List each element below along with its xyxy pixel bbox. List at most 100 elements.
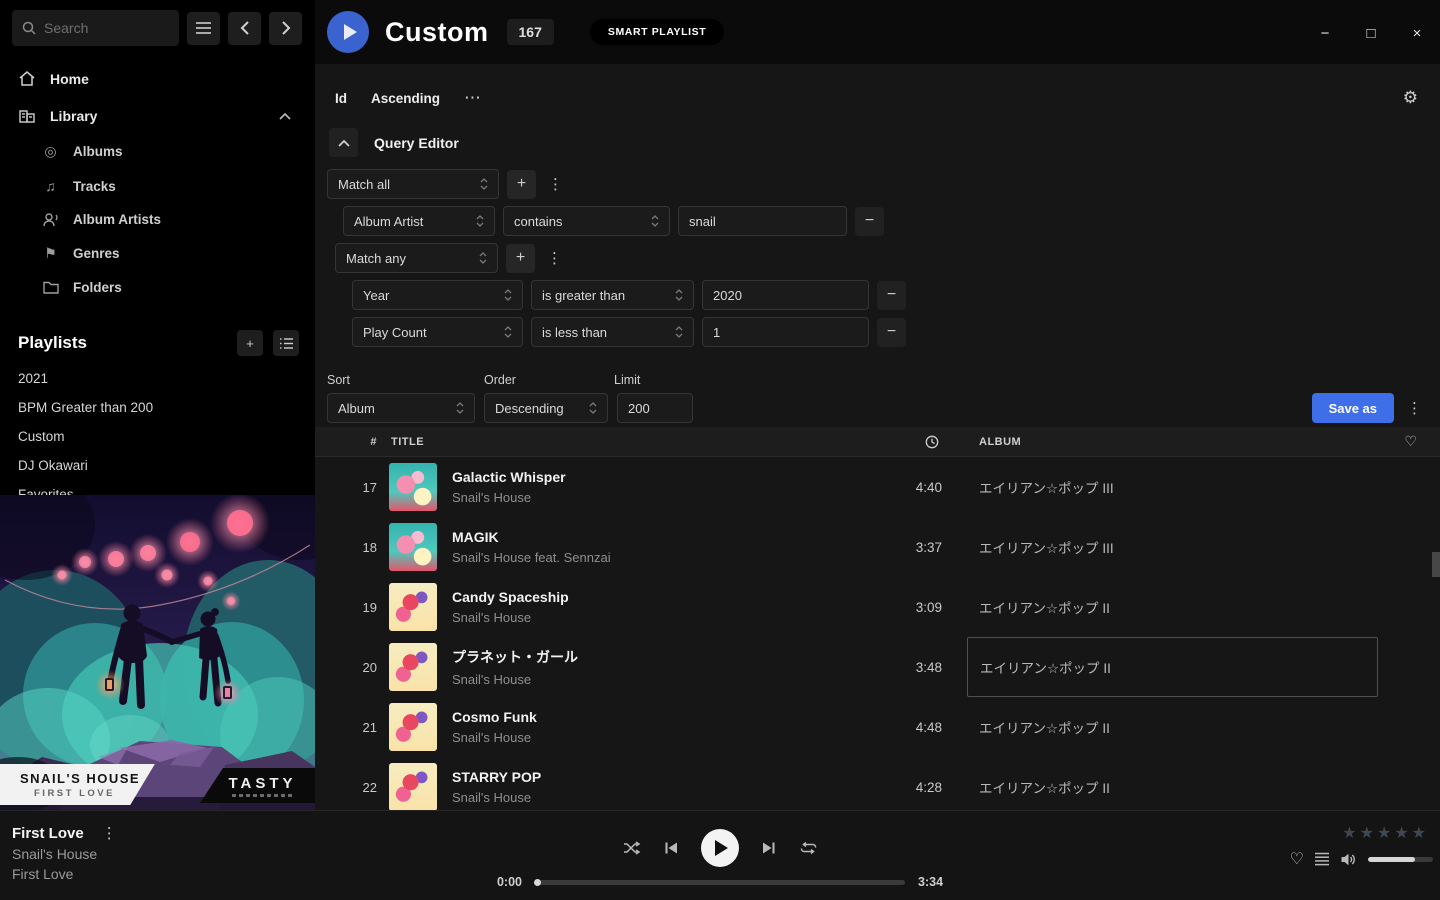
progress-bar[interactable]	[535, 880, 905, 885]
remove-rule-button[interactable]: −	[855, 207, 884, 236]
list-icon	[280, 338, 293, 349]
track-album[interactable]: エイリアン☆ポップ II	[967, 697, 1382, 757]
next-button[interactable]	[761, 840, 777, 856]
column-album[interactable]: ALBUM	[967, 436, 1382, 448]
group-options-icon[interactable]: ⋮	[544, 175, 567, 193]
track-duration: 3:09	[897, 600, 967, 615]
collapse-query-editor-button[interactable]	[329, 128, 358, 157]
rule-operator-select[interactable]: is less than	[531, 317, 694, 347]
sidebar-item-tracks[interactable]: ♫ Tracks	[0, 169, 315, 203]
star-icon[interactable]: ★	[1412, 823, 1426, 843]
star-icon[interactable]: ★	[1342, 823, 1356, 843]
match-select[interactable]: Match all	[327, 169, 499, 199]
duration-clock-icon[interactable]	[897, 435, 967, 449]
track-album[interactable]: エイリアン☆ポップ II	[967, 577, 1382, 637]
add-rule-button[interactable]: +	[507, 170, 536, 199]
favorite-heart-icon[interactable]: ♡	[1382, 433, 1440, 450]
progress-knob[interactable]	[534, 879, 541, 886]
folders-icon	[42, 281, 59, 294]
limit-input[interactable]	[617, 393, 693, 423]
playlist-item[interactable]: DJ Okawari	[0, 451, 315, 480]
track-album-focused-cell[interactable]: エイリアン☆ポップ II	[967, 637, 1378, 697]
column-title[interactable]: TITLE	[389, 436, 897, 448]
table-row[interactable]: 20 プラネット・ガール Snail's House 3:48 エイリアン☆ポッ…	[315, 637, 1440, 697]
maximize-button[interactable]: □	[1348, 20, 1394, 46]
rule-field-select[interactable]: Album Artist	[343, 206, 495, 236]
playlist-list-button[interactable]	[273, 330, 299, 356]
favorite-button[interactable]: ♡	[1290, 849, 1304, 869]
track-artist[interactable]: Snail's House feat. Sennzai	[452, 550, 897, 565]
track-artist[interactable]: Snail's House	[452, 610, 897, 625]
search-input[interactable]	[44, 20, 154, 36]
play-playlist-button[interactable]	[327, 11, 369, 53]
star-icon[interactable]: ★	[1360, 823, 1374, 843]
chevron-right-icon	[281, 21, 291, 35]
track-artist[interactable]: Snail's House	[452, 490, 897, 505]
sidebar-item-library[interactable]: Library	[0, 97, 315, 134]
queue-button[interactable]	[1314, 852, 1330, 866]
table-row[interactable]: 18 MAGIK Snail's House feat. Sennzai 3:3…	[315, 517, 1440, 577]
search-box[interactable]	[12, 10, 179, 46]
rule-operator-select[interactable]: contains	[503, 206, 670, 236]
track-album[interactable]: エイリアン☆ポップ II	[967, 757, 1382, 810]
remove-rule-button[interactable]: −	[877, 318, 906, 347]
gear-icon[interactable]: ⚙	[1403, 88, 1418, 108]
sort-select[interactable]: Album	[327, 393, 475, 423]
remove-rule-button[interactable]: −	[877, 281, 906, 310]
chevron-up-icon[interactable]	[279, 112, 291, 120]
sidebar-item-home[interactable]: Home	[0, 60, 315, 97]
forward-button[interactable]	[269, 12, 302, 45]
shuffle-button[interactable]	[622, 839, 641, 857]
playlist-item[interactable]: BPM Greater than 200	[0, 393, 315, 422]
sidebar-item-album-artists[interactable]: Album Artists	[0, 203, 315, 236]
rule-value-input[interactable]	[678, 206, 847, 236]
track-artist[interactable]: Snail's House	[452, 730, 897, 745]
playlist-item[interactable]: 2021	[0, 364, 315, 393]
add-playlist-button[interactable]: +	[237, 330, 263, 356]
play-pause-button[interactable]	[701, 829, 739, 867]
column-number[interactable]: #	[315, 436, 389, 448]
add-rule-button[interactable]: +	[506, 244, 535, 273]
table-row[interactable]: 17 Galactic Whisper Snail's House 4:40 エ…	[315, 457, 1440, 517]
close-button[interactable]: ×	[1394, 20, 1440, 46]
smart-playlist-badge: SMART PLAYLIST	[590, 19, 724, 45]
table-row[interactable]: 21 Cosmo Funk Snail's House 4:48 エイリアン☆ポ…	[315, 697, 1440, 757]
track-artist[interactable]: Snail's House	[452, 672, 897, 687]
save-as-button[interactable]: Save as	[1312, 393, 1394, 423]
match-select[interactable]: Match any	[335, 243, 498, 273]
star-icon[interactable]: ★	[1394, 823, 1408, 843]
rule-value-input[interactable]	[702, 317, 869, 347]
save-options-icon[interactable]: ⋮	[1403, 399, 1426, 417]
album-art-thumbnail	[389, 463, 437, 511]
album-art-thumbnail	[389, 523, 437, 571]
scrollbar-thumb[interactable]	[1432, 552, 1440, 577]
menu-button[interactable]	[187, 12, 220, 45]
rule-operator-select[interactable]: is greater than	[531, 280, 694, 310]
rule-field-select[interactable]: Play Count	[352, 317, 523, 347]
more-options-icon[interactable]: ⋯	[464, 88, 482, 108]
sidebar-item-folders[interactable]: Folders	[0, 271, 315, 304]
sidebar-item-albums[interactable]: ◎ Albums	[0, 134, 315, 169]
track-artist[interactable]: Snail's House	[452, 790, 897, 805]
group-options-icon[interactable]: ⋮	[543, 249, 566, 267]
repeat-button[interactable]	[799, 840, 818, 856]
track-album[interactable]: エイリアン☆ポップ III	[967, 517, 1382, 577]
volume-slider[interactable]	[1368, 857, 1433, 862]
sort-order-button[interactable]: Ascending	[371, 91, 440, 106]
table-row[interactable]: 22 STARRY POP Snail's House 4:28 エイリアン☆ポ…	[315, 757, 1440, 810]
order-select[interactable]: Descending	[484, 393, 608, 423]
rule-value-input[interactable]	[702, 280, 869, 310]
rule-field-select[interactable]: Year	[352, 280, 523, 310]
sort-field-button[interactable]: Id	[335, 91, 347, 106]
volume-button[interactable]	[1340, 852, 1358, 867]
player-bar: First Love ⋮ Snail's House First Love	[0, 810, 1440, 900]
star-icon[interactable]: ★	[1377, 823, 1391, 843]
back-button[interactable]	[228, 12, 261, 45]
now-playing-artwork[interactable]: SNAIL'S HOUSE FIRST LOVE TASTY	[0, 495, 315, 810]
playlist-item[interactable]: Custom	[0, 422, 315, 451]
table-row[interactable]: 19 Candy Spaceship Snail's House 3:09 エイ…	[315, 577, 1440, 637]
minimize-button[interactable]: −	[1302, 20, 1348, 46]
track-album[interactable]: エイリアン☆ポップ III	[967, 457, 1382, 517]
sidebar-item-genres[interactable]: ⚑ Genres	[0, 236, 315, 271]
previous-button[interactable]	[663, 840, 679, 856]
